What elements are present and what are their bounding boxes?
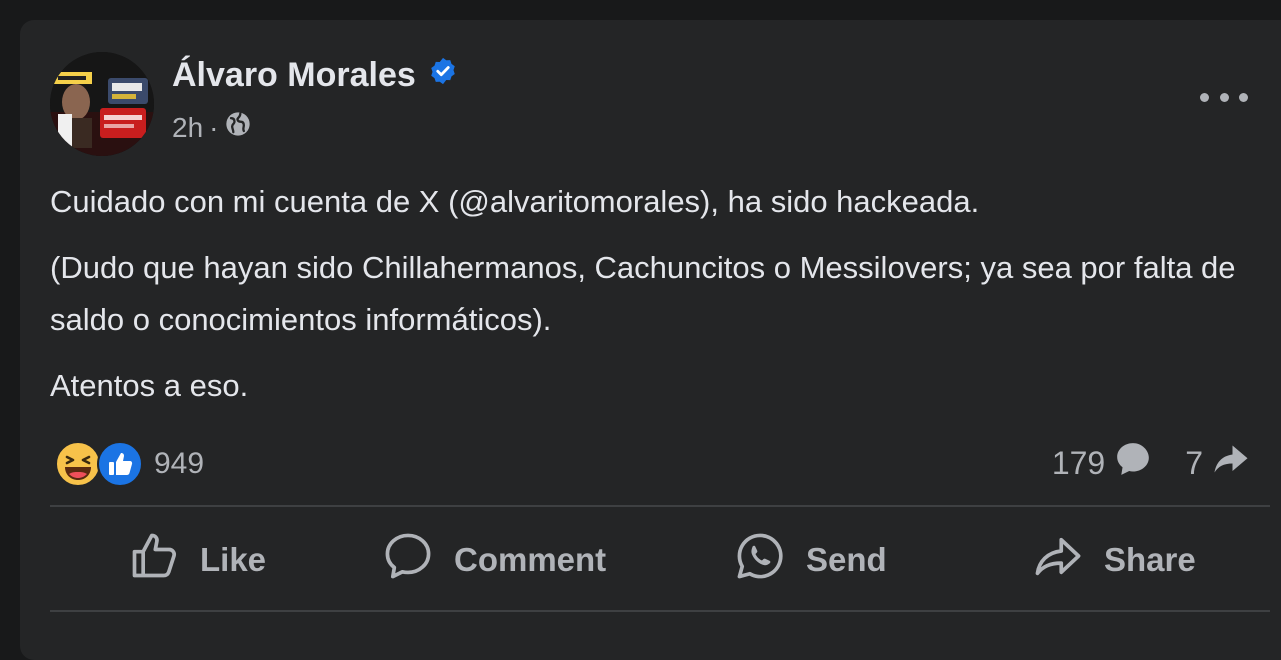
reactions-summary[interactable]: 949: [54, 440, 204, 488]
share-label: Share: [1104, 541, 1196, 578]
more-dot: [1239, 92, 1248, 102]
send-button[interactable]: Send: [734, 508, 887, 612]
globe-icon: [224, 110, 252, 145]
reaction-count: 949: [154, 447, 205, 480]
share-icon: [1032, 530, 1084, 590]
comment-label: Comment: [454, 541, 607, 578]
post-paragraph: (Dudo que hayan sido Chillahermanos, Cac…: [50, 250, 1236, 337]
comment-count: 179: [1051, 444, 1106, 481]
like-reaction-icon: [96, 440, 144, 488]
thumbs-up-icon: [128, 530, 180, 590]
comment-count-stat[interactable]: 179: [1052, 440, 1153, 486]
verified-badge-icon: [428, 56, 458, 95]
share-arrow-icon: [1211, 441, 1251, 485]
like-button[interactable]: Like: [128, 508, 266, 612]
post-paragraph: Atentos a eso.: [50, 368, 249, 403]
action-bar: Like Comment Send Share: [50, 508, 1270, 612]
more-options-icon[interactable]: [1200, 86, 1248, 108]
comment-icon: [382, 530, 434, 590]
author-name-row: Álvaro Morales: [172, 56, 458, 95]
meta-separator: ·: [209, 111, 219, 143]
post-body: Cuidado con mi cuenta de X (@alvaritomor…: [50, 176, 1250, 426]
comment-button[interactable]: Comment: [382, 508, 606, 612]
share-button[interactable]: Share: [1032, 508, 1196, 612]
post-timestamp[interactable]: 2h: [172, 112, 203, 144]
like-label: Like: [200, 541, 267, 578]
share-count: 7: [1185, 444, 1203, 481]
more-dot: [1219, 92, 1229, 102]
engagement-stats: 179 7: [1052, 440, 1251, 486]
comment-bubble-icon: [1113, 440, 1153, 486]
author-avatar[interactable]: [50, 52, 154, 156]
author-name[interactable]: Álvaro Morales: [172, 56, 416, 95]
haha-reaction-icon: [54, 440, 102, 488]
send-label: Send: [806, 541, 887, 578]
post-meta: 2h ·: [172, 110, 252, 145]
share-count-stat[interactable]: 7: [1185, 441, 1251, 485]
bottom-divider: [50, 610, 1270, 612]
top-divider: [50, 505, 1270, 507]
whatsapp-icon: [734, 530, 786, 590]
more-dot: [1200, 92, 1209, 102]
post-paragraph: Cuidado con mi cuenta de X (@alvaritomor…: [50, 184, 980, 219]
